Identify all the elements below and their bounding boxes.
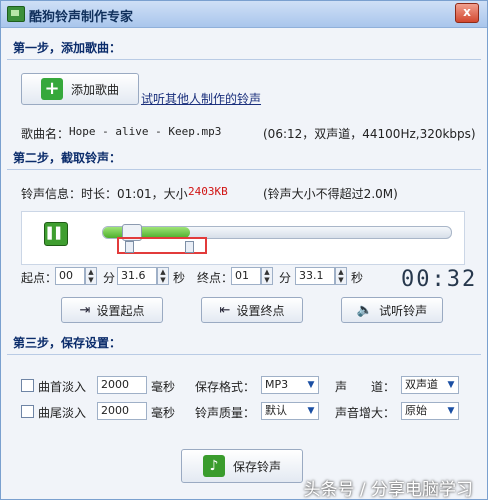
end-label: 终点：: [197, 271, 234, 285]
chevron-down-icon: ▼: [307, 406, 315, 416]
save-ringtone-label: 保存铃声: [232, 459, 281, 474]
set-start-button[interactable]: ⇥ 设置起点: [61, 297, 163, 323]
start-second-spinner[interactable]: ▲ ▼: [157, 267, 169, 285]
close-button[interactable]: x: [455, 3, 479, 23]
app-icon: [7, 6, 25, 22]
format-label: 保存格式：: [195, 380, 256, 394]
fade-in-checkbox[interactable]: [21, 379, 34, 392]
set-end-label: 设置终点: [236, 303, 285, 318]
chevron-down-icon: ▼: [307, 380, 315, 390]
pause-icon: ▌▌: [47, 227, 65, 240]
fade-out-input[interactable]: 2000: [97, 402, 147, 420]
song-name: Hope - alive - Keep.mp3: [69, 125, 222, 138]
end-second-input[interactable]: 33.1: [295, 267, 335, 285]
fade-out-label: 曲尾淡入: [38, 406, 87, 420]
start-marker-icon[interactable]: [125, 241, 134, 253]
step1-divider: [7, 59, 481, 60]
end-minute-input[interactable]: 01: [231, 267, 261, 285]
format-value: MP3: [265, 378, 289, 391]
chevron-down-icon: ▼: [447, 380, 455, 390]
window-title: 酷狗铃声制作专家: [29, 10, 134, 25]
plus-icon: +: [40, 78, 63, 100]
fade-out-checkbox[interactable]: [21, 405, 34, 418]
end-marker-icon[interactable]: [185, 241, 194, 253]
step2-title: 第二步，截取铃声：: [13, 151, 122, 165]
start-minute-unit: 分: [103, 271, 116, 285]
save-ringtone-button[interactable]: ♪ 保存铃声: [181, 449, 303, 483]
end-minute-unit: 分: [279, 271, 292, 285]
song-label: 歌曲名：: [21, 127, 70, 141]
fade-in-input[interactable]: 2000: [97, 376, 147, 394]
ringtone-info-label: 铃声信息：时长：01:01，大小: [21, 187, 188, 201]
app-window: 酷狗铃声制作专家 x 第一步，添加歌曲： + 添加歌曲 试听其他人制作的铃声 歌…: [0, 0, 488, 500]
start-second-input[interactable]: 31.6: [117, 267, 157, 285]
speaker-icon: 🔈: [356, 302, 374, 318]
format-select[interactable]: MP3 ▼: [261, 376, 319, 394]
watermark-text: 头条号 / 分享电脑学习: [303, 480, 473, 500]
step2-divider: [7, 169, 481, 170]
set-start-label: 设置起点: [96, 303, 145, 318]
preview-label: 试听铃声: [379, 303, 428, 318]
note-icon: ♪: [202, 455, 225, 477]
quality-select[interactable]: 默认 ▼: [261, 402, 319, 420]
pause-button[interactable]: ▌▌: [44, 222, 68, 246]
step3-title: 第三步，保存设置：: [13, 336, 122, 350]
set-end-button[interactable]: ⇤ 设置终点: [201, 297, 303, 323]
gain-label: 声音增大：: [335, 406, 396, 420]
channel-label: 声 道：: [335, 380, 396, 394]
end-minute-spinner[interactable]: ▲ ▼: [261, 267, 273, 285]
song-info: (06:12，双声道，44100Hz,320kbps): [263, 127, 476, 141]
add-song-button[interactable]: + 添加歌曲: [21, 73, 139, 105]
size-hint: (铃声大小不得超过2.0M): [263, 187, 398, 201]
start-minute-input[interactable]: 00: [55, 267, 85, 285]
gain-select[interactable]: 原始 ▼: [401, 402, 459, 420]
range-highlight: [117, 237, 207, 254]
gain-value: 原始: [405, 404, 427, 417]
channel-value: 双声道: [405, 378, 438, 391]
end-second-spinner[interactable]: ▲ ▼: [335, 267, 347, 285]
fade-in-unit: 毫秒: [151, 380, 176, 394]
start-minute-spinner[interactable]: ▲ ▼: [85, 267, 97, 285]
start-label: 起点：: [21, 271, 58, 285]
add-song-label: 添加歌曲: [70, 82, 119, 97]
size-value: 2403KB: [188, 185, 228, 198]
fade-out-unit: 毫秒: [151, 406, 176, 420]
chevron-down-icon: ▼: [447, 406, 455, 416]
start-second-unit: 秒: [173, 271, 186, 285]
quality-label: 铃声质量：: [195, 406, 256, 420]
time-display: 00:32: [401, 267, 478, 292]
title-bar: 酷狗铃声制作专家 x: [1, 1, 487, 28]
fade-in-label: 曲首淡入: [38, 380, 87, 394]
trim-panel: ▌▌: [21, 211, 465, 265]
quality-value: 默认: [265, 404, 287, 417]
step1-title: 第一步，添加歌曲：: [13, 41, 122, 55]
start-point-icon: ⇥: [79, 302, 91, 318]
end-point-icon: ⇤: [219, 302, 231, 318]
preview-button[interactable]: 🔈 试听铃声: [341, 297, 443, 323]
end-second-unit: 秒: [351, 271, 364, 285]
others-ringtone-link[interactable]: 试听其他人制作的铃声: [141, 90, 261, 107]
channel-select[interactable]: 双声道 ▼: [401, 376, 459, 394]
step3-divider: [7, 354, 481, 355]
